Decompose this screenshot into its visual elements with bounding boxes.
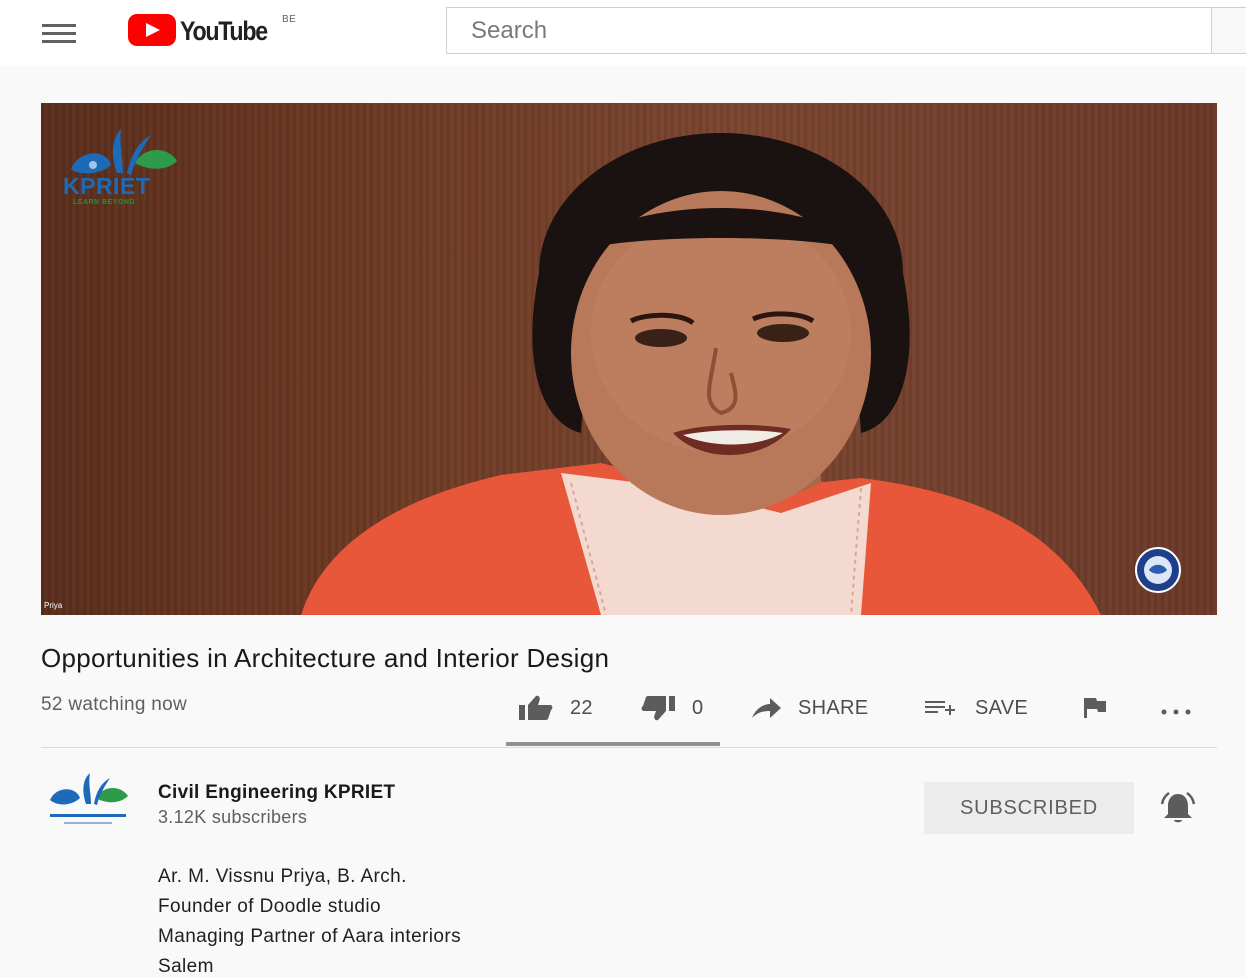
country-code: BE	[282, 14, 297, 25]
video-title: Opportunities in Architecture and Interi…	[41, 643, 610, 673]
flag-icon	[1084, 698, 1106, 718]
kpriet-logo-tagline: LEARN BEYOND	[73, 199, 136, 206]
institution-emblem-icon	[1135, 547, 1181, 593]
action-bar: 22 0 SHARE SAVE	[0, 686, 1246, 734]
video-player[interactable]: KPRIET LEARN BEYOND Priya	[41, 103, 1217, 615]
bell-icon[interactable]	[1158, 790, 1198, 826]
search-input[interactable]	[446, 7, 1212, 54]
report-button[interactable]	[1082, 686, 1126, 730]
like-sentiment-bar	[506, 742, 720, 746]
subscribed-button[interactable]: SUBSCRIBED	[924, 782, 1134, 834]
like-button[interactable]: 22	[518, 686, 593, 730]
share-icon	[752, 698, 781, 718]
thumb-down-icon	[641, 696, 675, 721]
more-actions-button[interactable]	[1160, 686, 1212, 730]
youtube-logo[interactable]: YouTube BE	[128, 14, 296, 48]
participant-name: Priya	[44, 601, 63, 610]
youtube-play-icon	[128, 14, 176, 46]
video-description: Ar. M. Vissnu Priya, B. Arch. Founder of…	[158, 862, 461, 977]
share-button[interactable]: SHARE	[750, 686, 868, 730]
like-count: 22	[570, 696, 593, 719]
channel-name[interactable]: Civil Engineering KPRIET	[158, 782, 395, 804]
kpriet-logo-icon	[71, 129, 177, 175]
speaker-figure	[301, 133, 1101, 615]
thumb-up-icon	[519, 695, 553, 720]
description-line: Salem	[158, 956, 214, 977]
save-playlist-icon	[925, 701, 955, 715]
save-label: SAVE	[975, 696, 1029, 719]
description-line: Managing Partner of Aara interiors	[158, 926, 461, 947]
menu-icon[interactable]	[42, 20, 82, 44]
subscriber-count: 3.12K subscribers	[158, 807, 308, 827]
share-label: SHARE	[798, 696, 869, 719]
channel-avatar[interactable]	[44, 770, 134, 840]
youtube-wordmark: YouTube	[180, 16, 268, 46]
dislike-count: 0	[692, 696, 704, 719]
divider	[41, 747, 1217, 748]
more-icon	[1161, 709, 1191, 715]
masthead: YouTube BE	[0, 0, 1246, 66]
search-button[interactable]	[1211, 7, 1246, 54]
description-line: Founder of Doodle studio	[158, 896, 381, 917]
kpriet-logo-text: KPRIET	[63, 173, 151, 199]
dislike-button[interactable]: 0	[640, 686, 703, 730]
description-line: Ar. M. Vissnu Priya, B. Arch.	[158, 866, 407, 887]
save-button[interactable]: SAVE	[923, 686, 1028, 730]
